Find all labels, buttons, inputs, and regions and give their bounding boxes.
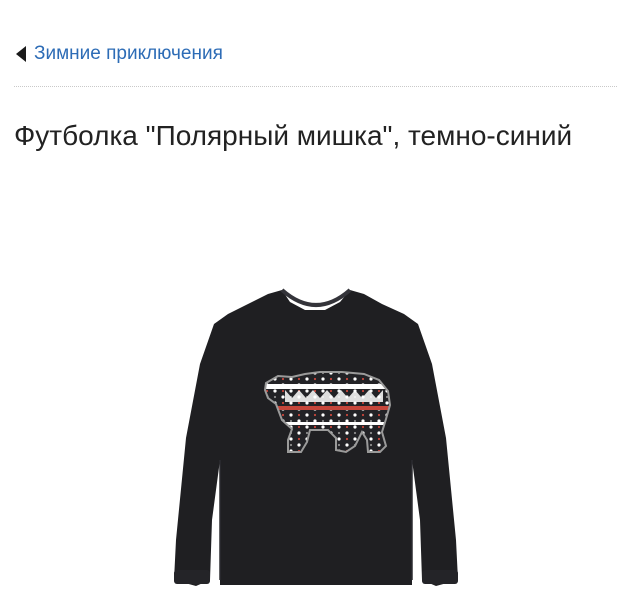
tshirt-illustration: [174, 288, 458, 586]
breadcrumb-back-link[interactable]: Зимние приключения: [16, 40, 223, 68]
tshirt-shape: [174, 290, 458, 586]
breadcrumb-divider: [14, 86, 617, 87]
product-image[interactable]: [160, 280, 470, 600]
product-title: Футболка "Полярный мишка", темно-синий: [14, 120, 573, 151]
breadcrumb-label: Зимние приключения: [34, 43, 223, 64]
back-arrow-icon: [16, 46, 26, 62]
product-page: Зимние приключения Футболка "Полярный ми…: [0, 0, 631, 600]
